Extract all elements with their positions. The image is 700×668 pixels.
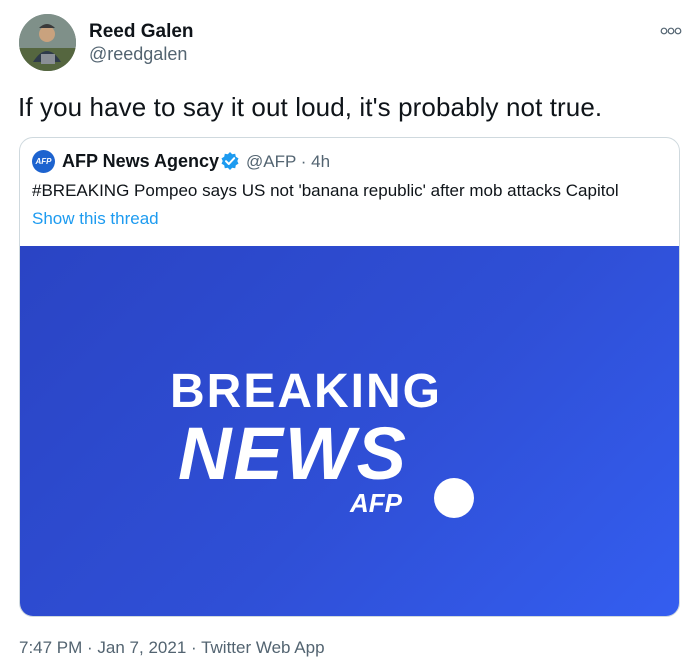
avatar-photo: [19, 14, 76, 71]
tweet: Reed Galen @reedgalen If you have to say…: [0, 0, 700, 668]
more-horizontal-icon[interactable]: [660, 26, 682, 36]
news-text: NEWS: [178, 412, 408, 495]
quoted-tweet-text: #BREAKING Pompeo says US not 'banana rep…: [32, 181, 619, 200]
tweet-text: If you have to say it out loud, it's pro…: [18, 92, 603, 122]
tweet-timestamp[interactable]: 7:47 PM · Jan 7, 2021 · Twitter Web App: [19, 638, 325, 658]
show-thread-link[interactable]: Show this thread: [32, 209, 159, 229]
quoted-tweet[interactable]: AFP AFP News Agency @AFP · 4h #BREAKING …: [19, 137, 680, 617]
quoted-author-name[interactable]: AFP News Agency: [62, 151, 219, 172]
verified-badge-icon: [221, 152, 239, 170]
author-name[interactable]: Reed Galen: [89, 21, 194, 43]
afp-brand-text: AFP: [350, 488, 402, 518]
author-handle[interactable]: @reedgalen: [89, 44, 187, 65]
afp-dot-icon: [434, 478, 474, 518]
quoted-avatar[interactable]: AFP: [32, 150, 55, 173]
avatar[interactable]: [19, 14, 76, 71]
quoted-handle-time: @AFP · 4h: [246, 152, 331, 171]
breaking-news-image[interactable]: BREAKING NEWS AFP: [20, 246, 679, 616]
